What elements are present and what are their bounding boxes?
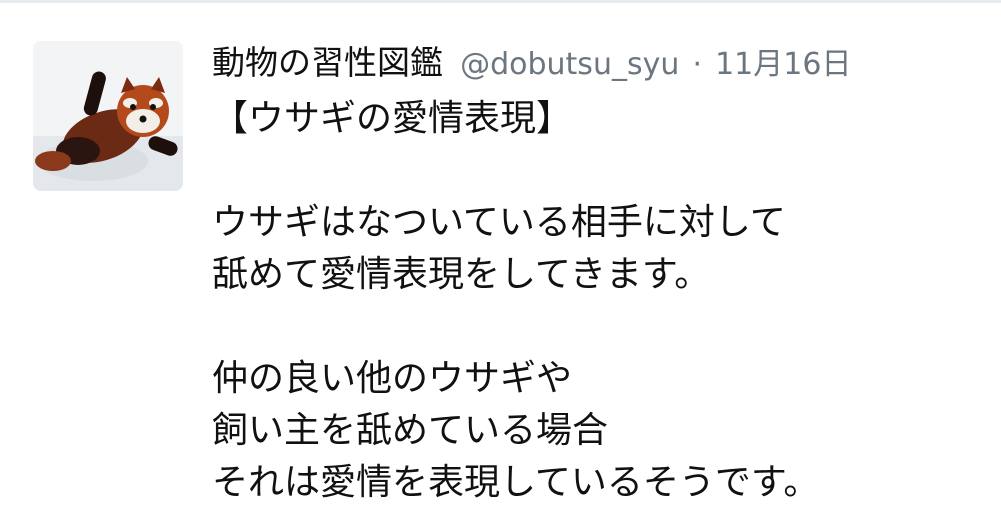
paragraph2-line3: それは愛情を表現しているそうです。: [212, 462, 820, 503]
tweet-header: 動物の習性図鑑 @dobutsu_syu · 11月16日: [212, 41, 851, 85]
user-handle[interactable]: @dobutsu_syu: [460, 47, 679, 82]
avatar[interactable]: [33, 41, 183, 191]
tweet-headline: 【ウサギの愛情表現】: [212, 98, 573, 139]
separator-dot: ·: [692, 47, 702, 82]
display-name[interactable]: 動物の習性図鑑: [212, 43, 443, 82]
tweet-text: 【ウサギの愛情表現】 ウサギはなついている相手に対して 舐めて愛情表現をしてきま…: [212, 93, 972, 509]
paragraph2-line2: 飼い主を舐めている場合: [212, 410, 609, 451]
paragraph1-line1: ウサギはなついている相手に対して: [212, 202, 786, 243]
timestamp[interactable]: 11月16日: [715, 47, 851, 82]
paragraph2-line1: 仲の良い他のウサギや: [212, 358, 573, 399]
paragraph1-line2: 舐めて愛情表現をしてきます。: [212, 254, 711, 295]
tweet[interactable]: 動物の習性図鑑 @dobutsu_syu · 11月16日 【ウサギの愛情表現】…: [0, 3, 1001, 521]
red-panda-avatar-image: [33, 41, 183, 191]
